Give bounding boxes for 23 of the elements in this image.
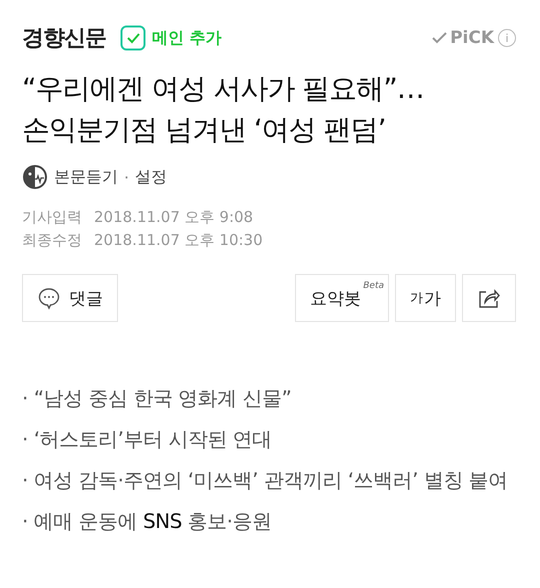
font-size-button[interactable]: 가가 [395, 274, 456, 322]
settings-link[interactable]: 설정 [135, 166, 168, 188]
date-label: 기사입력 [22, 207, 82, 228]
press-name: 경향신문 [22, 25, 106, 53]
headline: “우리에겐 여성 서사가 필요해”… [22, 71, 425, 107]
date-value: 2018.11.07 오후 10:30 [94, 230, 264, 251]
date-label: 최종수정 [22, 230, 82, 251]
listen-link[interactable]: 본문듣기 [54, 166, 118, 188]
beta-label: Beta [363, 281, 384, 291]
speech-bubble-icon [37, 286, 61, 310]
comment-button[interactable]: 댓글 [22, 274, 118, 322]
summary-bot-button[interactable]: 요약봇 Beta [295, 274, 389, 322]
listen-icon [22, 164, 48, 190]
summary-item: · 예매 운동에 SNS 홍보·응원 [22, 508, 273, 535]
headline: 손익분기점 넘겨낸 ‘여성 팬덤’ [22, 112, 387, 148]
check-icon [120, 25, 146, 51]
summary-item: · “남성 중심 한국 영화계 신물” [22, 385, 292, 412]
summary-item: · 여성 감독·주연의 ‘미쓰백’ 관객끼리 ‘쓰백러’ 별칭 붙여 [22, 467, 509, 494]
summary-item: · ‘허스토리’부터 시작된 연대 [22, 426, 273, 453]
date-value: 2018.11.07 오후 9:08 [94, 207, 254, 228]
share-button[interactable] [462, 274, 516, 322]
check-icon [432, 31, 448, 45]
separator: · [124, 168, 130, 186]
